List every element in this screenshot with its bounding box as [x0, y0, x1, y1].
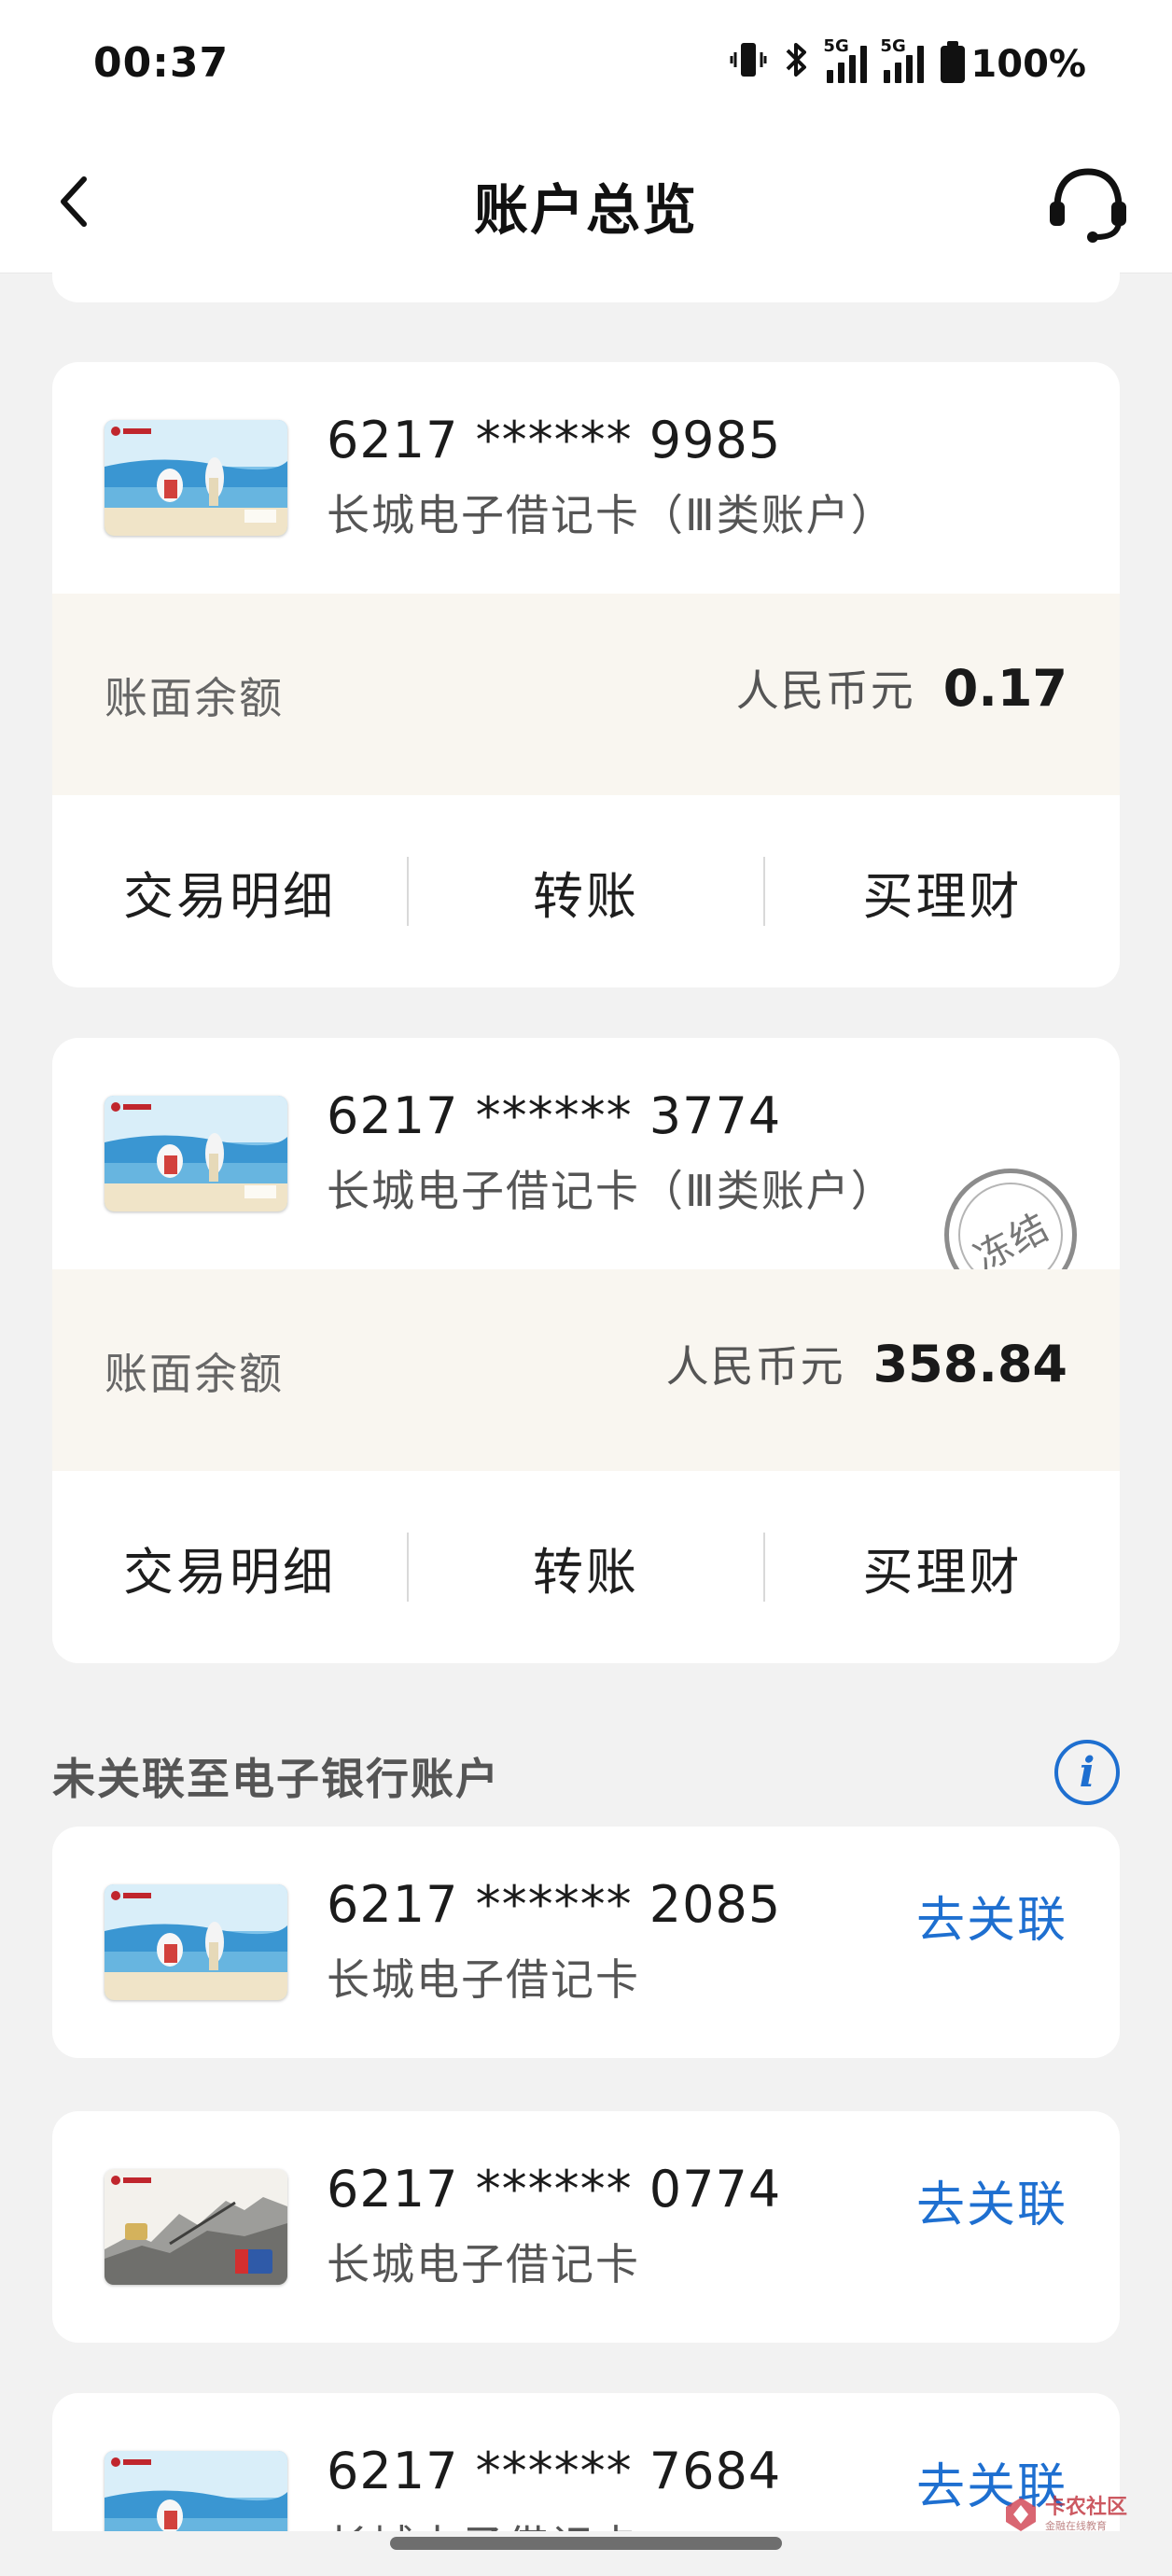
balance-value: 人民币元 0.17	[736, 657, 1067, 719]
transfer-button[interactable]: 转账	[409, 1531, 763, 1604]
bank-card-image	[105, 1096, 287, 1211]
balance-row: 账面余额 人民币元 0.17	[52, 594, 1120, 795]
account-card-header: 6217 ****** 7684 长城电子借记卡 去关联	[52, 2393, 1120, 2531]
bluetooth-icon	[784, 39, 810, 90]
account-type: 长城电子借记卡	[327, 2239, 640, 2289]
watermark-logo-icon	[1005, 2498, 1036, 2531]
watermark-sub: 金融在线教育	[1044, 2520, 1107, 2532]
bank-card-image	[105, 1884, 287, 2000]
account-card-header: 6217 ****** 0774 长城电子借记卡 去关联	[52, 2111, 1120, 2343]
info-icon[interactable]: i	[1054, 1740, 1120, 1805]
account-number: 6217 ****** 2085	[327, 1875, 782, 1934]
account-type: 长城电子借记卡	[327, 1954, 640, 2005]
headset-icon	[1050, 168, 1126, 243]
currency-label: 人民币元	[735, 665, 915, 716]
signal-icon-2: 5G	[880, 36, 925, 83]
account-card[interactable]: 6217 ****** 3774 长城电子借记卡（Ⅲ类账户） 冻结 账面余额 人…	[52, 1038, 1120, 1663]
balance-amount: 0.17	[942, 659, 1067, 718]
currency-label: 人民币元	[665, 1341, 845, 1392]
unlinked-account-card[interactable]: 6217 ****** 7684 长城电子借记卡 去关联	[52, 2393, 1120, 2531]
signal-icon: 5G	[823, 36, 868, 83]
transaction-details-button[interactable]: 交易明细	[52, 855, 407, 929]
network-type-1: 5G	[823, 36, 849, 56]
transfer-button[interactable]: 转账	[409, 855, 763, 929]
link-account-button[interactable]: 去关联	[916, 2165, 1067, 2235]
balance-amount: 358.84	[872, 1335, 1067, 1393]
account-type: 长城电子借记卡（Ⅲ类账户）	[327, 1166, 896, 1216]
page-title: 账户总览	[473, 178, 698, 242]
network-type-2: 5G	[880, 36, 906, 56]
account-card-header[interactable]: 6217 ****** 9985 长城电子借记卡（Ⅲ类账户）	[52, 362, 1120, 594]
account-number: 6217 ****** 7684	[327, 2442, 782, 2500]
status-time: 00:37	[93, 39, 230, 87]
bank-card-image	[105, 2451, 287, 2531]
vibrate-icon	[730, 39, 767, 90]
unlinked-account-card[interactable]: 6217 ****** 2085 长城电子借记卡 去关联	[52, 1827, 1120, 2058]
account-type: 长城电子借记卡（Ⅲ类账户）	[327, 490, 896, 540]
buy-wealth-button[interactable]: 买理财	[765, 855, 1120, 929]
watermark-main: 卡农社区	[1044, 2496, 1127, 2519]
balance-row: 账面余额 人民币元 358.84	[52, 1269, 1120, 1471]
bank-card-image	[105, 2169, 287, 2285]
account-card-header[interactable]: 6217 ****** 3774 长城电子借记卡（Ⅲ类账户） 冻结	[52, 1038, 1120, 1301]
balance-label: 账面余额	[105, 673, 284, 723]
status-bar: 00:37 5G 5G 100%	[0, 0, 1172, 131]
balance-label: 账面余额	[105, 1349, 284, 1399]
watermark: 卡农社区 金融在线教育	[1002, 2496, 1127, 2533]
account-card[interactable]: 6217 ****** 9985 长城电子借记卡（Ⅲ类账户） 账面余额 人民币元…	[52, 362, 1120, 987]
action-row: 交易明细 转账 买理财	[52, 1471, 1120, 1663]
watermark-text: 卡农社区 金融在线教育	[1044, 2496, 1127, 2532]
account-card-partial	[52, 273, 1120, 302]
account-overview-screen: 00:37 5G 5G 100% 账户总览 6217 ****** 9985 长…	[0, 0, 1172, 2576]
battery-indicator: 100%	[941, 41, 1086, 86]
buy-wealth-button[interactable]: 买理财	[765, 1531, 1120, 1604]
app-header: 账户总览	[0, 131, 1172, 273]
action-row: 交易明细 转账 买理财	[52, 795, 1120, 987]
transaction-details-button[interactable]: 交易明细	[52, 1531, 407, 1604]
section-title: 未关联至电子银行账户	[52, 1754, 500, 1804]
home-indicator[interactable]	[390, 2537, 782, 2550]
account-list[interactable]: 6217 ****** 9985 长城电子借记卡（Ⅲ类账户） 账面余额 人民币元…	[0, 273, 1172, 2531]
balance-value: 人民币元 358.84	[666, 1333, 1067, 1394]
bank-card-image	[105, 420, 287, 536]
account-card-header: 6217 ****** 2085 长城电子借记卡 去关联	[52, 1827, 1120, 2058]
customer-service-button[interactable]	[1043, 162, 1133, 246]
account-number: 6217 ****** 3774	[327, 1086, 782, 1145]
status-icons: 5G 5G 100%	[730, 36, 1086, 90]
account-type: 长城电子借记卡	[327, 2513, 640, 2531]
account-number: 6217 ****** 0774	[327, 2160, 782, 2219]
account-number: 6217 ****** 9985	[327, 411, 782, 469]
unlinked-account-card[interactable]: 6217 ****** 0774 长城电子借记卡 去关联	[52, 2111, 1120, 2343]
battery-level: 100%	[970, 43, 1086, 86]
battery-icon	[941, 41, 966, 83]
link-account-button[interactable]: 去关联	[916, 1881, 1067, 1951]
